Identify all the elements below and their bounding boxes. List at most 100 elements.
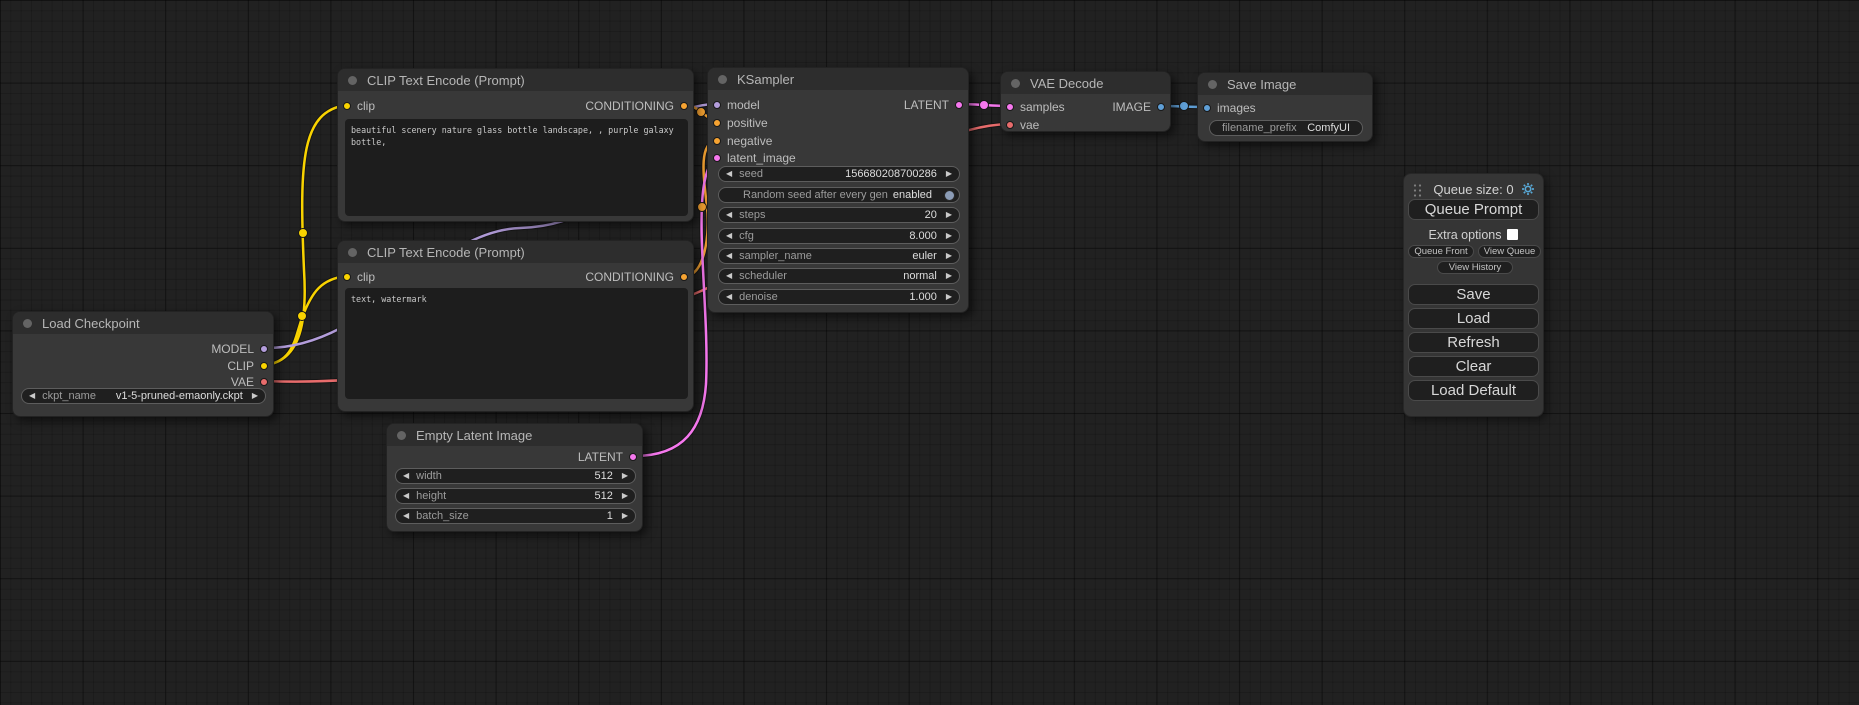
input-port-positive: positive [713,116,768,130]
queue-panel[interactable]: Queue size: 0 Queue Prompt Extra options… [1403,173,1544,417]
latent-port-dot[interactable] [629,453,637,461]
input-port-images: images [1203,101,1256,115]
model-port-dot[interactable] [713,101,721,109]
decrement-arrow-icon[interactable]: ◀ [396,492,416,500]
node-title-bar[interactable]: Empty Latent Image [387,424,642,446]
increment-arrow-icon[interactable]: ▶ [615,512,635,520]
decrement-arrow-icon[interactable]: ◀ [719,252,739,260]
decrement-arrow-icon[interactable]: ◀ [719,272,739,280]
prompt-text-area[interactable]: text, watermark [345,288,688,399]
widget-width[interactable]: ◀ width 512 ▶ [395,468,636,484]
view-history-button[interactable]: View History [1437,261,1513,274]
output-port-model: MODEL [211,342,268,356]
node-title-bar[interactable]: Save Image [1198,73,1372,95]
latent-port-dot[interactable] [955,101,963,109]
node-title-bar[interactable]: VAE Decode [1001,72,1170,94]
input-port-clip: clip [343,270,375,284]
increment-arrow-icon[interactable]: ▶ [939,170,959,178]
node-title: Load Checkpoint [42,316,140,331]
conditioning-port-dot[interactable] [713,119,721,127]
model-port-dot[interactable] [260,345,268,353]
decrement-arrow-icon[interactable]: ◀ [396,472,416,480]
node-status-dot-icon [718,75,727,84]
decrement-arrow-icon[interactable]: ◀ [22,392,42,400]
save-button[interactable]: Save [1408,284,1539,305]
settings-gear-icon[interactable] [1521,182,1535,196]
load-default-button[interactable]: Load Default [1408,380,1539,401]
queue-front-button[interactable]: Queue Front [1408,245,1474,258]
node-title-bar[interactable]: Load Checkpoint [13,312,273,334]
extra-options-label: Extra options [1429,228,1502,242]
increment-arrow-icon[interactable]: ▶ [245,392,265,400]
output-port-image: IMAGE [1112,100,1165,114]
vae-port-dot[interactable] [260,378,268,386]
refresh-button[interactable]: Refresh [1408,332,1539,353]
widget-sampler-name[interactable]: ◀ sampler_name euler ▶ [718,248,960,264]
node-title-bar[interactable]: CLIP Text Encode (Prompt) [338,69,693,91]
input-port-clip: clip [343,99,375,113]
clip-port-dot[interactable] [260,362,268,370]
clear-button[interactable]: Clear [1408,356,1539,377]
increment-arrow-icon[interactable]: ▶ [939,232,959,240]
widget-steps[interactable]: ◀ steps 20 ▶ [718,207,960,223]
node-ksampler[interactable]: KSampler model positive negative latent_… [707,67,969,313]
widget-height[interactable]: ◀ height 512 ▶ [395,488,636,504]
clip-port-dot[interactable] [343,273,351,281]
node-status-dot-icon [23,319,32,328]
extra-options-checkbox[interactable] [1507,229,1518,240]
widget-seed[interactable]: ◀ seed 156680208700286 ▶ [718,166,960,182]
vae-port-dot[interactable] [1006,121,1014,129]
increment-arrow-icon[interactable]: ▶ [939,272,959,280]
widget-cfg[interactable]: ◀ cfg 8.000 ▶ [718,228,960,244]
node-title-bar[interactable]: CLIP Text Encode (Prompt) [338,241,693,263]
toggle-knob-icon[interactable] [944,190,955,201]
drag-handle-icon[interactable] [1413,183,1422,198]
node-graph-canvas[interactable]: Load Checkpoint MODEL CLIP VAE ◀ ckpt_na… [0,0,1859,705]
conditioning-port-dot[interactable] [713,137,721,145]
conditioning-port-dot[interactable] [680,102,688,110]
decrement-arrow-icon[interactable]: ◀ [719,232,739,240]
decrement-arrow-icon[interactable]: ◀ [719,170,739,178]
node-clip-text-encode-positive[interactable]: CLIP Text Encode (Prompt) clip CONDITION… [337,68,694,222]
link-midpoint-dot [298,312,307,321]
increment-arrow-icon[interactable]: ▶ [939,293,959,301]
node-title: VAE Decode [1030,76,1103,91]
node-title: CLIP Text Encode (Prompt) [367,73,525,88]
node-save-image[interactable]: Save Image images filename_prefix ComfyU… [1197,72,1373,142]
widget-denoise[interactable]: ◀ denoise 1.000 ▶ [718,289,960,305]
node-title-bar[interactable]: KSampler [708,68,968,90]
increment-arrow-icon[interactable]: ▶ [615,472,635,480]
queue-panel-header: Queue size: 0 [1404,181,1543,197]
output-port-latent: LATENT [578,450,637,464]
decrement-arrow-icon[interactable]: ◀ [719,211,739,219]
prompt-text-area[interactable]: beautiful scenery nature glass bottle la… [345,119,688,216]
node-status-dot-icon [1208,80,1217,89]
image-port-dot[interactable] [1203,104,1211,112]
widget-ckpt-name[interactable]: ◀ ckpt_name v1-5-pruned-emaonly.ckpt ▶ [21,388,266,404]
decrement-arrow-icon[interactable]: ◀ [719,293,739,301]
node-title: Empty Latent Image [416,428,532,443]
view-queue-button[interactable]: View Queue [1478,245,1541,258]
node-empty-latent-image[interactable]: Empty Latent Image LATENT ◀ width 512 ▶ … [386,423,643,532]
increment-arrow-icon[interactable]: ▶ [939,252,959,260]
widget-batch-size[interactable]: ◀ batch_size 1 ▶ [395,508,636,524]
queue-prompt-button[interactable]: Queue Prompt [1408,199,1539,220]
node-title: Save Image [1227,77,1296,92]
increment-arrow-icon[interactable]: ▶ [939,211,959,219]
image-port-dot[interactable] [1157,103,1165,111]
latent-port-dot[interactable] [713,154,721,162]
conditioning-port-dot[interactable] [680,273,688,281]
node-load-checkpoint[interactable]: Load Checkpoint MODEL CLIP VAE ◀ ckpt_na… [12,311,274,417]
load-button[interactable]: Load [1408,308,1539,329]
node-clip-text-encode-negative[interactable]: CLIP Text Encode (Prompt) clip CONDITION… [337,240,694,412]
widget-random-seed-toggle[interactable]: Random seed after every gen enabled [718,187,960,203]
extra-options-row: Extra options [1404,228,1543,241]
decrement-arrow-icon[interactable]: ◀ [396,512,416,520]
widget-filename-prefix[interactable]: filename_prefix ComfyUI [1209,120,1363,136]
increment-arrow-icon[interactable]: ▶ [615,492,635,500]
clip-port-dot[interactable] [343,102,351,110]
input-port-vae: vae [1006,118,1039,132]
node-vae-decode[interactable]: VAE Decode samples vae IMAGE [1000,71,1171,132]
latent-port-dot[interactable] [1006,103,1014,111]
widget-scheduler[interactable]: ◀ scheduler normal ▶ [718,268,960,284]
